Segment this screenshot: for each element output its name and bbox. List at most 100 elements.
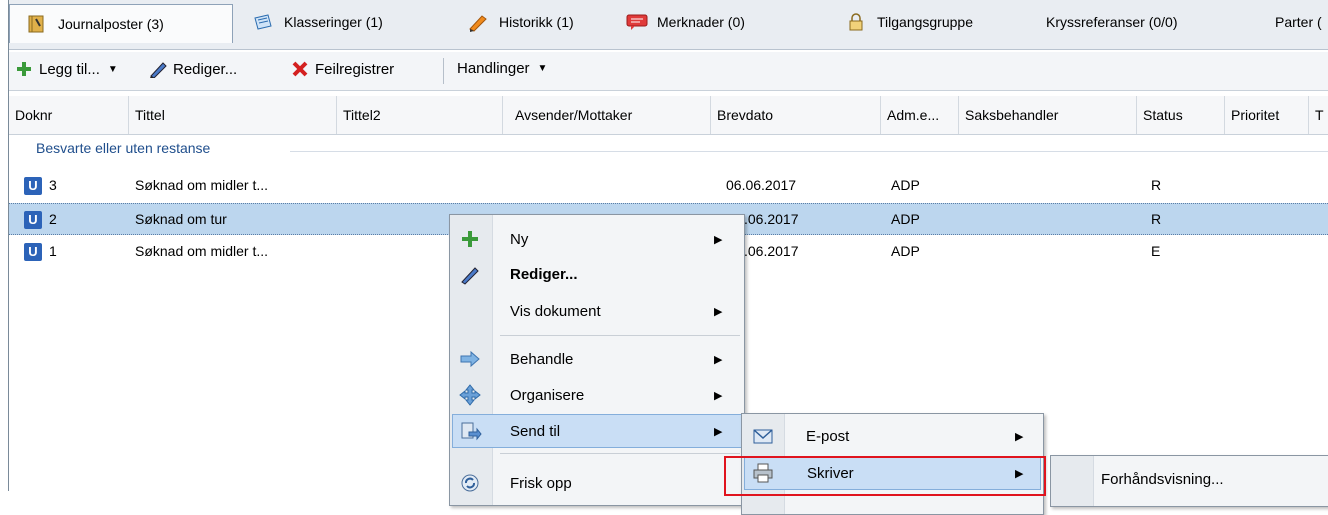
cell-adm: ADP bbox=[891, 177, 920, 193]
document-status-icon: U bbox=[24, 211, 42, 229]
document-status-icon: U bbox=[24, 243, 42, 261]
menu-label: Frisk opp bbox=[510, 474, 572, 492]
cell-adm: ADP bbox=[891, 211, 920, 227]
submenu-arrow-icon: ▶ bbox=[714, 353, 723, 366]
edit-button[interactable]: Rediger... bbox=[149, 60, 238, 79]
pencil-icon bbox=[459, 263, 481, 285]
actions-label: Handlinger bbox=[457, 60, 530, 77]
column-label: Status bbox=[1143, 107, 1183, 123]
plus-icon bbox=[15, 60, 33, 78]
column-doknr[interactable]: Doknr bbox=[9, 96, 129, 134]
tab-label: Klasseringer (1) bbox=[284, 14, 383, 30]
tab-parter[interactable]: Parter ( bbox=[1275, 4, 1322, 40]
menu-separator bbox=[500, 335, 740, 336]
column-prioritet[interactable]: Prioritet bbox=[1225, 96, 1309, 134]
cell-status: E bbox=[1151, 243, 1161, 259]
column-label: Doknr bbox=[15, 107, 53, 123]
arrow-process-icon bbox=[459, 348, 481, 370]
tab-historikk[interactable]: Historikk (1) bbox=[467, 4, 574, 40]
column-label: Prioritet bbox=[1231, 107, 1280, 123]
cell-status: R bbox=[1151, 177, 1162, 193]
cell-doknr: 2 bbox=[49, 211, 57, 227]
error-register-button[interactable]: Feilregistrer bbox=[291, 60, 394, 78]
menu-label: Organisere bbox=[510, 386, 585, 404]
cell-tittel: Søknad om midler t... bbox=[135, 177, 269, 193]
column-label: Tittel bbox=[135, 107, 165, 123]
printer-submenu: Forhåndsvisning... bbox=[1050, 455, 1328, 507]
folder-stack-icon bbox=[252, 12, 274, 32]
tab-label: Tilgangsgruppe bbox=[877, 14, 973, 30]
cell-tittel: Søknad om tur bbox=[135, 211, 227, 227]
submenu-arrow-icon: ▶ bbox=[714, 233, 723, 246]
dropdown-arrow-icon: ▼ bbox=[107, 63, 118, 75]
column-label: Brevdato bbox=[717, 107, 774, 123]
column-t[interactable]: T bbox=[1309, 96, 1328, 134]
cell-brevdato: .06.2017 bbox=[744, 243, 799, 259]
send-to-icon bbox=[460, 420, 482, 442]
menu-item-send-til[interactable]: Send til ▶ bbox=[452, 414, 742, 448]
menu-label: Rediger... bbox=[510, 265, 578, 283]
add-button[interactable]: Legg til... ▼ bbox=[15, 60, 118, 78]
pencil-icon bbox=[149, 60, 169, 79]
column-brevdato[interactable]: Brevdato bbox=[711, 96, 881, 134]
menu-label: Ny bbox=[510, 230, 529, 248]
add-button-label: Legg til... bbox=[39, 60, 100, 78]
column-status[interactable]: Status bbox=[1137, 96, 1225, 134]
cell-tittel: Søknad om midler t... bbox=[135, 243, 269, 259]
edit-button-label: Rediger... bbox=[173, 60, 238, 78]
tab-bar: Journalposter (3) Klasseringer (1) Histo… bbox=[9, 0, 1328, 50]
column-tittel[interactable]: Tittel bbox=[129, 96, 337, 134]
column-saksbehandler[interactable]: Saksbehandler bbox=[959, 96, 1137, 134]
group-divider bbox=[290, 151, 1328, 152]
tab-label: Merknader (0) bbox=[657, 14, 745, 30]
journal-icon bbox=[26, 14, 48, 34]
menu-item-e-post[interactable]: E-post ▶ bbox=[744, 419, 1041, 453]
column-adm[interactable]: Adm.e... bbox=[881, 96, 959, 134]
comment-icon bbox=[625, 12, 648, 32]
tab-tilgangsgruppe[interactable]: Tilgangsgruppe bbox=[845, 4, 973, 40]
plus-icon bbox=[459, 228, 481, 250]
tab-label: Kryssreferanser (0/0) bbox=[1046, 14, 1178, 30]
column-label: T bbox=[1315, 107, 1324, 123]
tab-label: Journalposter (3) bbox=[58, 16, 164, 32]
dropdown-arrow-icon: ▼ bbox=[537, 63, 548, 74]
move-arrows-icon bbox=[459, 384, 481, 406]
tab-klasseringer[interactable]: Klasseringer (1) bbox=[252, 4, 383, 40]
menu-item-rediger[interactable]: Rediger... bbox=[452, 257, 742, 291]
cell-adm: ADP bbox=[891, 243, 920, 259]
highlight-callout-box bbox=[724, 456, 1046, 496]
actions-menu-button[interactable]: Handlinger ▼ bbox=[457, 60, 547, 77]
menu-item-vis-dokument[interactable]: Vis dokument ▶ bbox=[452, 294, 742, 328]
toolbar: Legg til... ▼ Rediger... Feilregistrer H… bbox=[9, 52, 1328, 91]
column-tittel2[interactable]: Tittel2 bbox=[337, 96, 503, 134]
menu-item-ny[interactable]: Ny ▶ bbox=[452, 222, 742, 256]
column-avsender[interactable]: Avsender/Mottaker bbox=[503, 96, 711, 134]
menu-item-frisk-opp[interactable]: Frisk opp bbox=[452, 466, 742, 500]
cell-brevdato: .06.2017 bbox=[744, 211, 799, 227]
table-row[interactable]: U 3 Søknad om midler t... 06.06.2017 ADP… bbox=[9, 170, 1328, 202]
tab-label: Parter ( bbox=[1275, 14, 1322, 30]
cell-doknr: 1 bbox=[49, 243, 57, 259]
group-label: Besvarte eller uten restanse bbox=[36, 140, 211, 156]
menu-label: Behandle bbox=[510, 350, 574, 368]
tab-kryssreferanser[interactable]: Kryssreferanser (0/0) bbox=[1046, 4, 1177, 40]
column-label: Avsender/Mottaker bbox=[515, 107, 633, 123]
cell-brevdato: 06.06.2017 bbox=[726, 177, 797, 193]
submenu-arrow-icon: ▶ bbox=[1015, 430, 1024, 443]
column-label: Saksbehandler bbox=[965, 107, 1059, 123]
tab-merknader[interactable]: Merknader (0) bbox=[625, 4, 745, 40]
column-header-row: Doknr Tittel Tittel2 Avsender/Mottaker B… bbox=[9, 96, 1328, 135]
menu-label: Vis dokument bbox=[510, 302, 601, 320]
tab-label: Historikk (1) bbox=[499, 14, 574, 30]
menu-item-behandle[interactable]: Behandle ▶ bbox=[452, 342, 742, 376]
submenu-arrow-icon: ▶ bbox=[714, 425, 723, 438]
group-header[interactable]: Besvarte eller uten restanse bbox=[36, 140, 210, 156]
menu-item-organisere[interactable]: Organisere ▶ bbox=[452, 378, 742, 412]
menu-label: Forhåndsvisning... bbox=[1101, 470, 1224, 488]
menu-label: E-post bbox=[806, 427, 850, 445]
email-icon bbox=[752, 425, 774, 447]
lock-icon bbox=[845, 12, 867, 32]
cell-status: R bbox=[1151, 211, 1162, 227]
context-menu: Ny ▶ Rediger... Vis dokument ▶ Behandle … bbox=[449, 214, 745, 506]
tab-journalposter[interactable]: Journalposter (3) bbox=[9, 4, 233, 43]
